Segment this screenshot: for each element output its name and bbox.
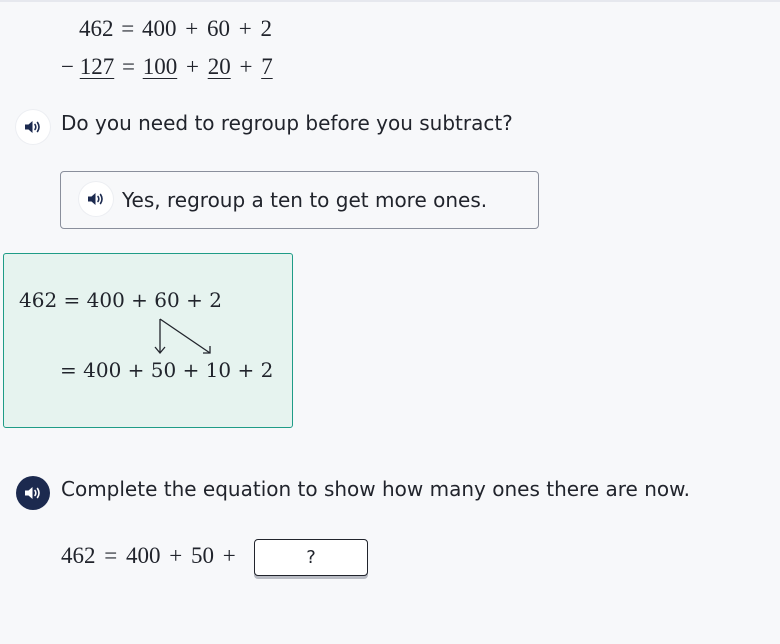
eq2-term2: 20 (207, 54, 231, 79)
eq2-term1: 100 (142, 54, 178, 79)
ones-answer-input[interactable]: ? (254, 539, 368, 576)
eq1-equals: = (121, 16, 135, 41)
answer-text: Yes, regroup a ten to get more ones. (122, 188, 488, 212)
eq3-plus2: + (222, 543, 236, 568)
hint-line-1: 462 = 400 + 60 + 2 (19, 288, 222, 312)
eq1-term2: 60 (206, 16, 230, 41)
speaker-icon (25, 487, 40, 499)
question2-text: Complete the equation to show how many o… (61, 477, 690, 501)
eq3-left: 462 (61, 543, 96, 568)
eq2-plus1: + (185, 54, 199, 79)
hint-line-2: = 400 + 50 + 10 + 2 (60, 358, 274, 382)
speaker-icon (25, 121, 40, 133)
eq1-plus1: + (185, 16, 199, 41)
eq2-left: 127 (79, 54, 115, 79)
speaker-icon (88, 193, 103, 205)
eq3-plus1: + (169, 543, 183, 568)
equation-row-1: 462 = 400 + 60 + 2 (79, 16, 272, 42)
question2-speaker-button[interactable] (16, 476, 50, 510)
eq1-term1: 400 (141, 16, 177, 41)
completion-equation: 462 = 400 + 50 + (61, 543, 239, 569)
question1-speaker-button[interactable] (16, 110, 50, 144)
eq3-term1: 400 (125, 543, 161, 568)
answer-choice-box[interactable]: Yes, regroup a ten to get more ones. (60, 171, 539, 229)
eq1-term3: 2 (260, 16, 272, 41)
answer-speaker-button[interactable] (79, 182, 113, 216)
regroup-arrows (154, 318, 211, 355)
eq2-term3: 7 (261, 54, 273, 79)
question1-text: Do you need to regroup before you subtra… (61, 111, 513, 135)
eq2-minus: − (61, 54, 74, 79)
eq3-term2: 50 (190, 543, 214, 568)
eq2-equals: = (121, 54, 135, 79)
regroup-hint-box: 462 = 400 + 60 + 2 = 400 + 50 + 10 + 2 (3, 253, 293, 428)
eq2-plus2: + (239, 54, 253, 79)
equation-row-2: − 127 = 100 + 20 + 7 (61, 54, 273, 80)
eq3-equals: = (104, 543, 118, 568)
eq1-left: 462 (79, 16, 114, 41)
eq1-plus2: + (238, 16, 252, 41)
top-divider (0, 0, 780, 2)
